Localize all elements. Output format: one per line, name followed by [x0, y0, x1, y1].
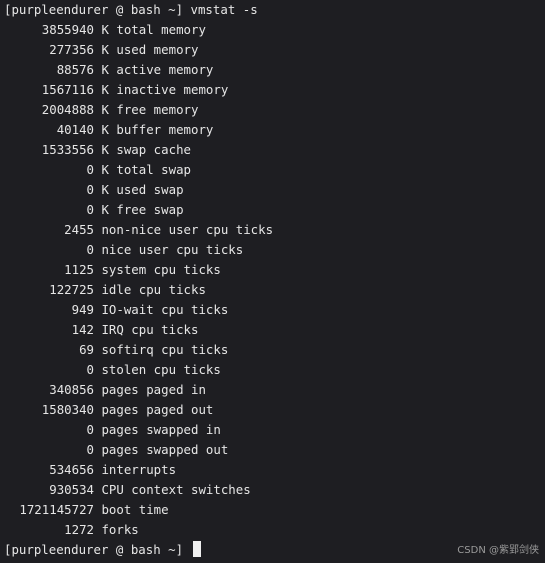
stat-value: 1272 [64, 522, 94, 537]
stat-row: 0 nice user cpu ticks [4, 240, 544, 260]
stat-row: 3855940 K total memory [4, 20, 544, 40]
stat-value: 0 [86, 442, 94, 457]
stat-row: 0 pages swapped in [4, 420, 544, 440]
stat-label: K total memory [101, 22, 206, 37]
stat-label: pages paged out [101, 402, 214, 417]
stat-row: 534656 interrupts [4, 460, 544, 480]
stat-value: 2004888 [41, 102, 94, 117]
stat-value: 1721145727 [19, 502, 94, 517]
stat-label: nice user cpu ticks [101, 242, 244, 257]
stat-row: 340856 pages paged in [4, 380, 544, 400]
stat-row: 40140 K buffer memory [4, 120, 544, 140]
stat-value: 1580340 [41, 402, 94, 417]
stat-label: non-nice user cpu ticks [101, 222, 274, 237]
stat-value: 3855940 [41, 22, 94, 37]
stat-row: 142 IRQ cpu ticks [4, 320, 544, 340]
stat-label: interrupts [101, 462, 177, 477]
stat-value: 1125 [64, 262, 94, 277]
stat-row: 2455 non-nice user cpu ticks [4, 220, 544, 240]
stat-value: 949 [71, 302, 94, 317]
stat-label: K active memory [101, 62, 214, 77]
stat-label: idle cpu ticks [101, 282, 206, 297]
stat-value: 1533556 [41, 142, 94, 157]
stat-row: 69 softirq cpu ticks [4, 340, 544, 360]
stat-row: 2004888 K free memory [4, 100, 544, 120]
stat-value: 122725 [49, 282, 94, 297]
stat-label: K free swap [101, 202, 184, 217]
stat-label: K used memory [101, 42, 199, 57]
stat-row: 1580340 pages paged out [4, 400, 544, 420]
stat-value: 277356 [49, 42, 94, 57]
stat-label: system cpu ticks [101, 262, 221, 277]
stat-label: softirq cpu ticks [101, 342, 229, 357]
stat-row: 1567116 K inactive memory [4, 80, 544, 100]
stat-label: IO-wait cpu ticks [101, 302, 229, 317]
stat-value: 142 [71, 322, 94, 337]
stat-label: pages paged in [101, 382, 206, 397]
stat-row: 0 K free swap [4, 200, 544, 220]
stat-label: stolen cpu ticks [101, 362, 221, 377]
stat-row: 0 stolen cpu ticks [4, 360, 544, 380]
stat-label: K free memory [101, 102, 199, 117]
stat-value: 0 [86, 362, 94, 377]
stat-value: 340856 [49, 382, 94, 397]
stat-label: forks [101, 522, 139, 537]
stat-row: 1272 forks [4, 520, 544, 540]
command: vmstat -s [190, 2, 258, 17]
stat-row: 277356 K used memory [4, 40, 544, 60]
stat-label: K inactive memory [101, 82, 229, 97]
stat-value: 2455 [64, 222, 94, 237]
text-cursor [192, 541, 201, 557]
stat-label: IRQ cpu ticks [101, 322, 199, 337]
stat-label: K buffer memory [101, 122, 214, 137]
stat-row: 122725 idle cpu ticks [4, 280, 544, 300]
stat-row: 949 IO-wait cpu ticks [4, 300, 544, 320]
stat-row: 0 pages swapped out [4, 440, 544, 460]
stat-value: 534656 [49, 462, 94, 477]
stat-value: 0 [86, 162, 94, 177]
stat-label: pages swapped in [101, 422, 221, 437]
stat-value: 69 [79, 342, 94, 357]
vmstat-rows: 3855940 K total memory 277356 K used memo… [4, 20, 544, 540]
stat-row: 1721145727 boot time [4, 500, 544, 520]
stat-label: boot time [101, 502, 169, 517]
stat-value: 40140 [56, 122, 94, 137]
stat-value: 0 [86, 422, 94, 437]
stat-label: K total swap [101, 162, 191, 177]
stat-label: pages swapped out [101, 442, 229, 457]
stat-label: K used swap [101, 182, 184, 197]
watermark: CSDN @紫郢剑侠 [457, 545, 539, 556]
final-prompt: [purpleendurer @ bash ~] [4, 542, 184, 557]
stat-value: 88576 [56, 62, 94, 77]
command-line: [purpleendurer @ bash ~] vmstat -s [4, 0, 544, 20]
stat-value: 0 [86, 242, 94, 257]
terminal-output[interactable]: [purpleendurer @ bash ~] vmstat -s 38559… [4, 0, 544, 560]
stat-row: 1125 system cpu ticks [4, 260, 544, 280]
stat-value: 0 [86, 202, 94, 217]
stat-label: CPU context switches [101, 482, 251, 497]
stat-row: 0 K total swap [4, 160, 544, 180]
stat-value: 930534 [49, 482, 94, 497]
stat-value: 1567116 [41, 82, 94, 97]
stat-row: 930534 CPU context switches [4, 480, 544, 500]
prompt: [purpleendurer @ bash ~] [4, 2, 184, 17]
stat-row: 0 K used swap [4, 180, 544, 200]
stat-row: 88576 K active memory [4, 60, 544, 80]
stat-value: 0 [86, 182, 94, 197]
stat-row: 1533556 K swap cache [4, 140, 544, 160]
stat-label: K swap cache [101, 142, 191, 157]
